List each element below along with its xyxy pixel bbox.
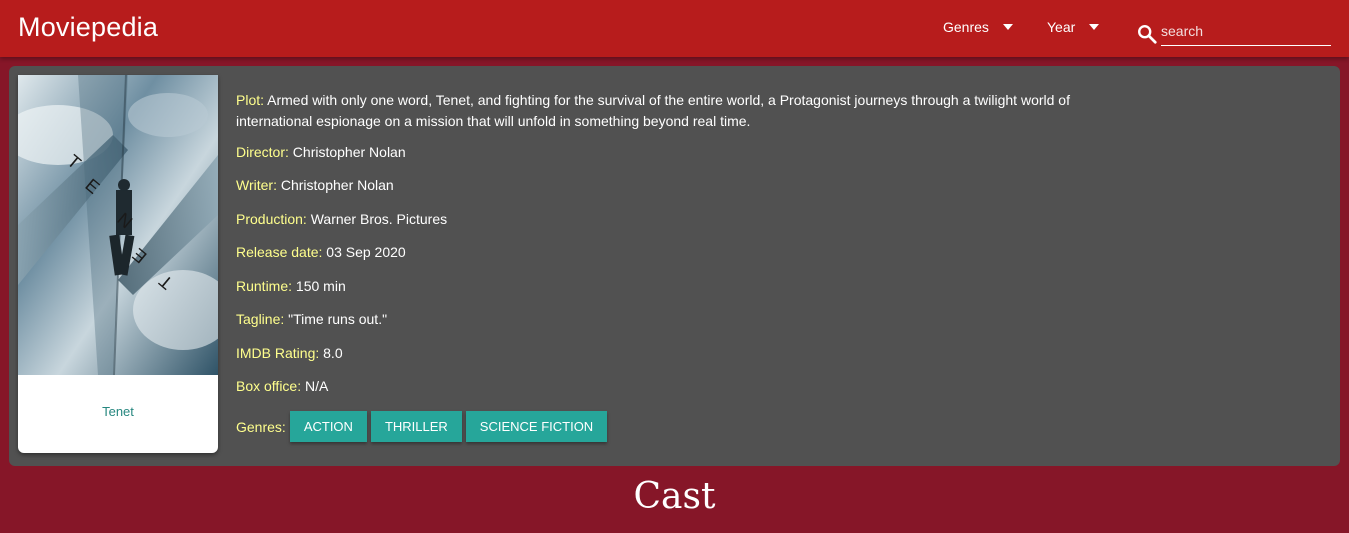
box-office-row: Box office: N/A [236,378,328,394]
navbar: Moviepedia Genres Year [0,0,1349,57]
chevron-down-icon [1002,24,1013,30]
movie-poster-image: T E N E T [18,75,218,375]
brand-logo[interactable]: Moviepedia [18,12,158,43]
production-value: Warner Bros. Pictures [310,211,448,227]
search-input[interactable] [1161,16,1331,46]
box-office-value: N/A [305,378,329,394]
poster-card[interactable]: T E N E T Tenet [18,75,218,453]
runtime-label: Runtime: [236,278,293,294]
genre-chip-action[interactable]: ACTION [289,411,367,442]
chevron-down-icon [1089,24,1100,30]
imdb-rating-label: IMDB Rating: [236,345,320,361]
imdb-rating-value: 8.0 [323,345,343,361]
cast-heading: Cast [633,476,716,517]
search-icon[interactable] [1136,23,1158,45]
director-row: Director: Christopher Nolan [236,144,406,160]
release-date-value: 03 Sep 2020 [326,244,406,260]
writer-row: Writer: Christopher Nolan [236,177,394,193]
genres-row: Genres: ACTION THRILLER SCIENCE FICTION [236,411,611,442]
tagline-row: Tagline: "Time runs out." [236,311,387,327]
poster-caption: Tenet [102,404,134,419]
genre-chip-science-fiction[interactable]: SCIENCE FICTION [465,411,608,442]
production-label: Production: [236,211,307,227]
genres-label: Genres: [236,418,286,435]
movie-details-panel: T E N E T Tenet Plot: Armed with only on… [9,66,1340,466]
plot-value: Armed with only one word, Tenet, and fig… [236,92,1070,129]
production-row: Production: Warner Bros. Pictures [236,211,447,227]
runtime-value: 150 min [295,278,346,294]
tagline-value: "Time runs out." [288,311,388,327]
genre-chip-thriller[interactable]: THRILLER [370,411,462,442]
plot-label: Plot: [236,92,265,108]
genres-dropdown-label: Genres [943,19,989,35]
plot-row: Plot: Armed with only one word, Tenet, a… [236,90,1146,132]
release-date-row: Release date: 03 Sep 2020 [236,244,406,260]
writer-value: Christopher Nolan [280,177,394,193]
director-value: Christopher Nolan [292,144,406,160]
imdb-rating-row: IMDB Rating: 8.0 [236,345,343,361]
writer-label: Writer: [236,177,277,193]
director-label: Director: [236,144,289,160]
year-dropdown[interactable]: Year [1047,19,1100,35]
release-date-label: Release date: [236,244,323,260]
genres-dropdown[interactable]: Genres [943,19,1013,35]
box-office-label: Box office: [236,378,302,394]
tagline-label: Tagline: [236,311,285,327]
runtime-row: Runtime: 150 min [236,278,346,294]
year-dropdown-label: Year [1047,19,1076,35]
